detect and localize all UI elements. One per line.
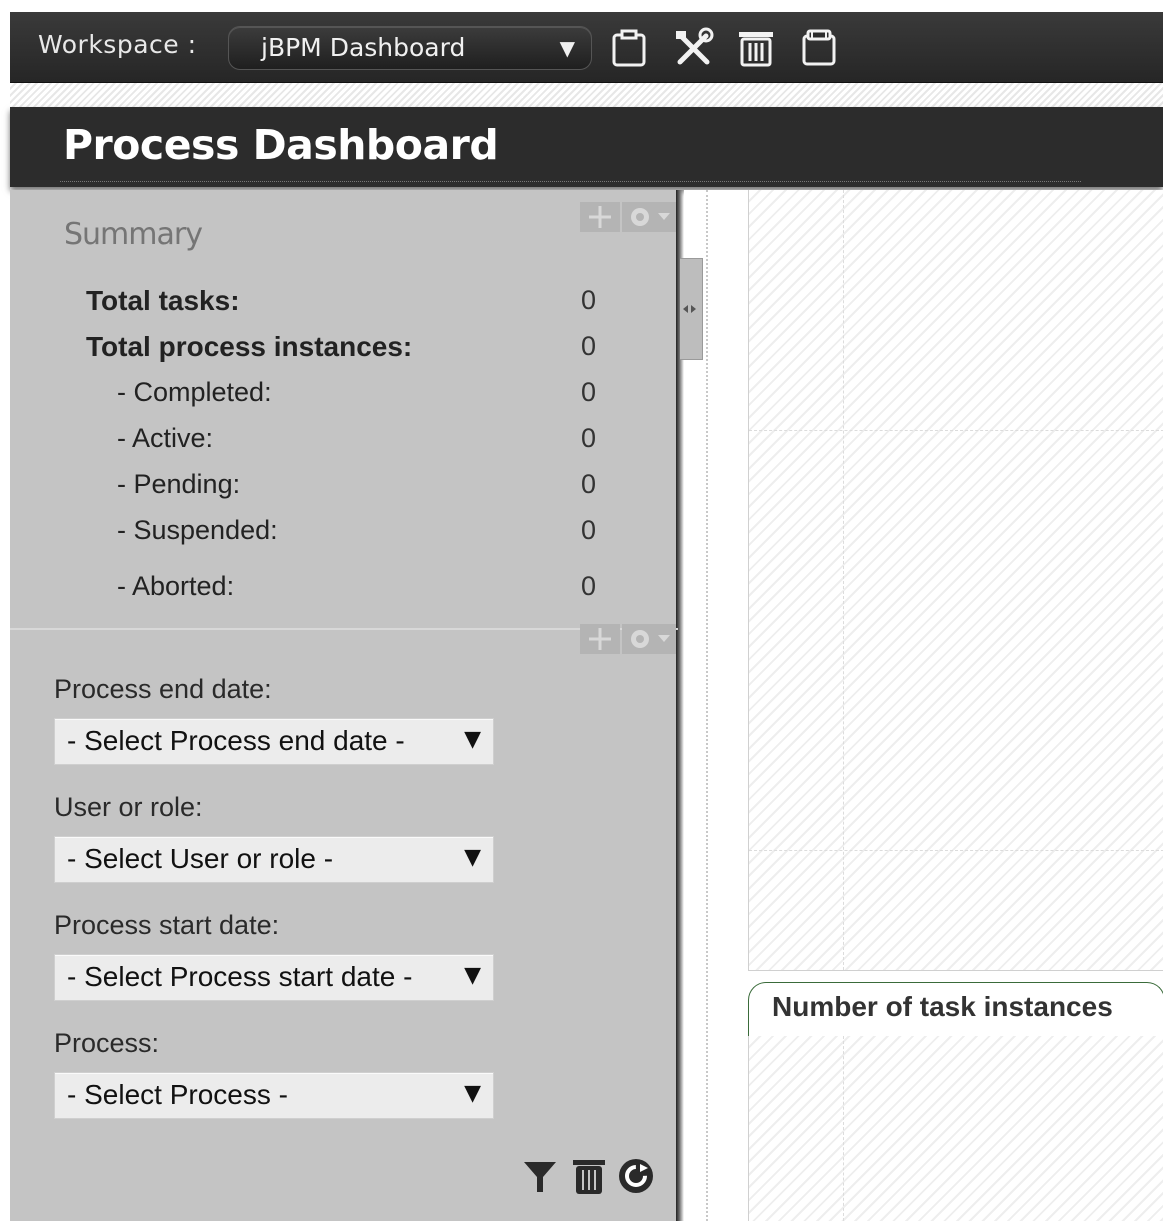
- trash-icon[interactable]: [571, 1156, 607, 1196]
- summary-label-total-process-instances: Total process instances:: [86, 331, 413, 362]
- summary-label-pending: - Pending:: [117, 469, 241, 499]
- collapse-handle[interactable]: [680, 258, 703, 360]
- chevron-down-icon: ▼: [460, 963, 481, 988]
- panel-divider: [10, 628, 678, 630]
- process-end-date-value: - Select Process end date -: [67, 725, 405, 756]
- summary-label-completed: - Completed:: [117, 377, 272, 407]
- workspace-select[interactable]: jBPM Dashboard ▼: [228, 26, 592, 70]
- grid-line: [749, 850, 1163, 851]
- filter-label-process-end-date: Process end date:: [54, 674, 272, 704]
- user-or-role-value: - Select User or role -: [67, 843, 334, 874]
- process-start-date-value: - Select Process start date -: [67, 961, 413, 992]
- summary-value-pending: 0: [581, 469, 597, 499]
- grid-line: [843, 1036, 844, 1221]
- panel-controls-summary[interactable]: [580, 200, 676, 234]
- clipboard-icon[interactable]: [798, 26, 842, 70]
- summary-value-suspended: 0: [581, 515, 597, 545]
- grid-line: [749, 430, 1163, 431]
- summary-value-total-process-instances: 0: [581, 331, 597, 361]
- summary-label-aborted: - Aborted:: [117, 571, 235, 601]
- summary-label-total-tasks: Total tasks:: [86, 285, 240, 316]
- grid-line: [843, 190, 844, 970]
- workspace-toolbar: Workspace : jBPM Dashboard ▼: [10, 12, 1163, 83]
- header-divider: [60, 181, 1081, 182]
- refresh-icon[interactable]: [618, 1156, 654, 1196]
- page-icon[interactable]: [608, 26, 652, 70]
- summary-label-suspended: - Suspended:: [117, 515, 278, 545]
- summary-value-aborted: 0: [581, 571, 597, 601]
- workspace-select-value: jBPM Dashboard: [261, 33, 466, 62]
- filter-icon[interactable]: [522, 1156, 558, 1196]
- process-start-date-select[interactable]: - Select Process start date - ▼: [54, 954, 494, 1001]
- filter-label-process: Process:: [54, 1028, 160, 1058]
- chevron-down-icon: ▼: [559, 36, 575, 60]
- filter-label-process-start-date: Process start date:: [54, 910, 280, 940]
- tools-icon[interactable]: [672, 26, 716, 70]
- summary-value-total-tasks: 0: [581, 285, 597, 315]
- summary-label-active: - Active:: [117, 423, 214, 453]
- chevron-down-icon: ▼: [460, 1081, 481, 1106]
- chart-panel-top: [748, 190, 1163, 971]
- chevron-down-icon: ▼: [460, 727, 481, 752]
- process-end-date-select[interactable]: - Select Process end date - ▼: [54, 718, 494, 765]
- filter-label-user-or-role: User or role:: [54, 792, 203, 822]
- page-title: Process Dashboard: [63, 121, 499, 169]
- trash-icon[interactable]: [734, 26, 778, 70]
- collapse-arrows-icon: [683, 305, 696, 313]
- panel-controls-filters[interactable]: [580, 622, 676, 656]
- chart-panel-bottom: [748, 1036, 1163, 1221]
- column-divider: [706, 190, 708, 1221]
- decorative-stripe: [10, 83, 1163, 107]
- process-value: - Select Process -: [67, 1079, 288, 1110]
- user-or-role-select[interactable]: - Select User or role - ▼: [54, 836, 494, 883]
- process-select[interactable]: - Select Process - ▼: [54, 1072, 494, 1119]
- summary-title: Summary: [64, 217, 203, 252]
- chart-tab[interactable]: Number of task instances: [748, 982, 1163, 1037]
- page-header: Process Dashboard: [10, 107, 1163, 187]
- chevron-down-icon: ▼: [460, 845, 481, 870]
- chart-tab-label: Number of task instances: [772, 991, 1113, 1022]
- summary-value-active: 0: [581, 423, 597, 453]
- summary-value-completed: 0: [581, 377, 597, 407]
- workspace-label: Workspace :: [38, 30, 197, 59]
